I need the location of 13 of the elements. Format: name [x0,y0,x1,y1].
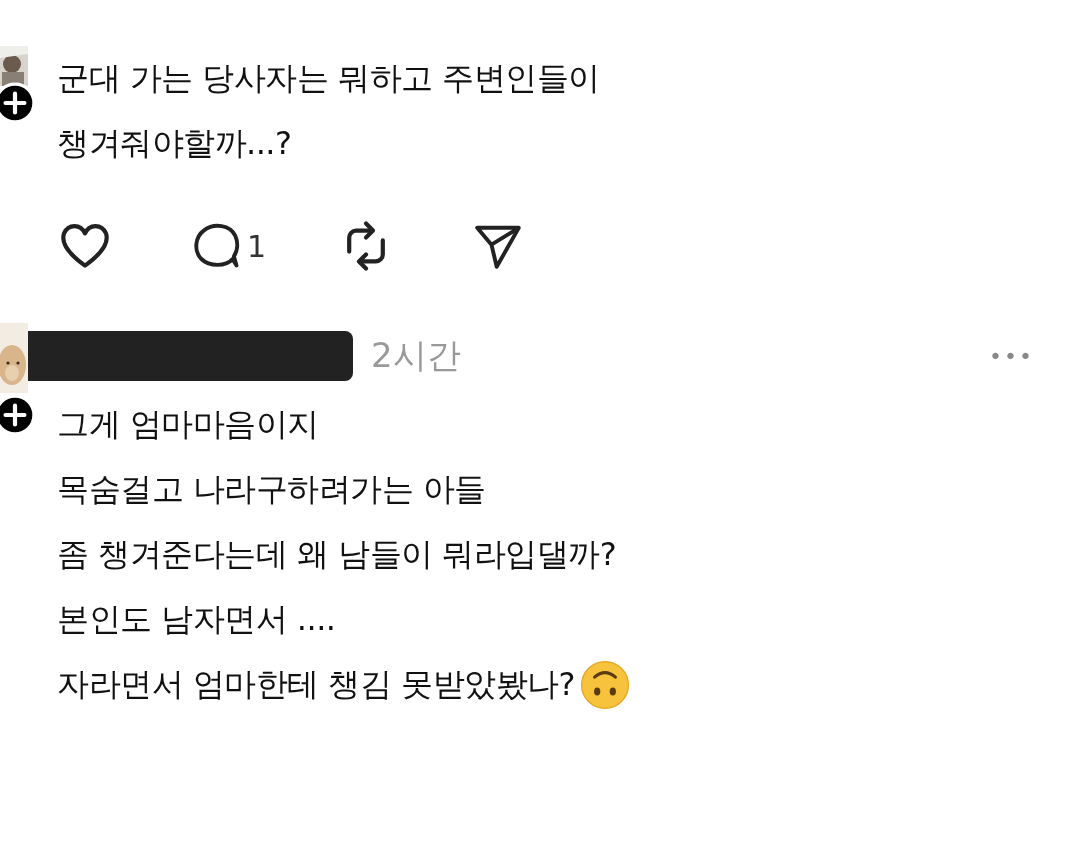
comment-text-line: 자라면서 엄마한테 챙김 못받았봤나? [57,652,1070,717]
comment-text-line: 목숨걸고 나라구하려가는 아들 [57,469,487,510]
upside-down-face-icon [579,658,631,711]
post-text-line: 군대 가는 당사자는 뭐하고 주변인들이 [57,58,601,99]
follow-plus-icon[interactable] [0,394,36,436]
time-ago: 2시간 [371,334,461,377]
follow-plus-icon[interactable] [0,82,36,124]
reply-count: 1 [247,228,267,264]
more-button[interactable]: ••• [989,343,1034,369]
comment-text-line: 좀 챙겨준다는데 왜 남들이 뭐라입댈까? [57,534,618,575]
comment-text-line: 그게 엄마마음이지 [57,404,320,445]
comment-text-line: 본인도 남자면서 .... [57,599,337,640]
post-text-line: 챙겨줘야할까...? [57,123,293,164]
